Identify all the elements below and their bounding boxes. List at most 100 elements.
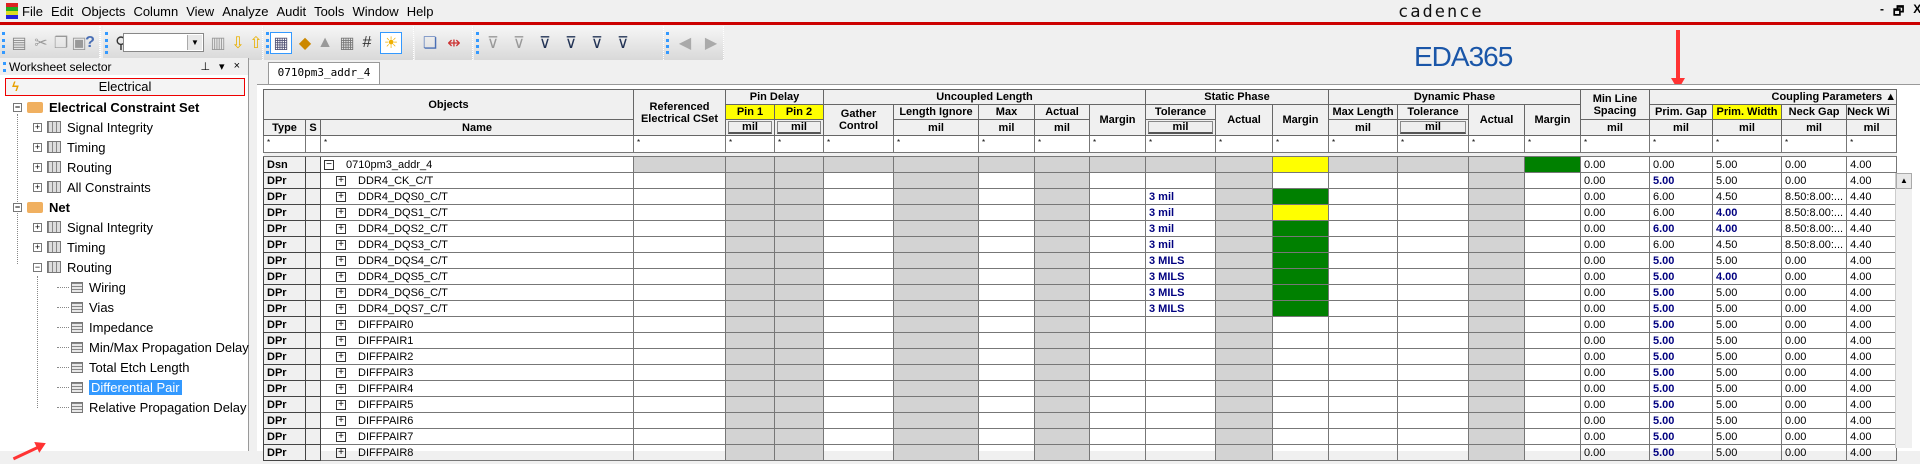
static-tolerance-cell[interactable]: 3 MILS <box>1145 268 1216 285</box>
name-cell[interactable]: + DIFFPAIR8 <box>320 444 634 461</box>
dynamic-margin-cell[interactable] <box>1524 172 1581 189</box>
header-coupling-parameters[interactable]: Coupling Parameters ▲ <box>1648 89 1898 105</box>
prim-gap-cell[interactable]: 0.00 <box>1649 156 1713 173</box>
min-line-spacing-cell[interactable]: 0.00 <box>1580 300 1650 317</box>
header-type[interactable]: Type <box>263 119 306 136</box>
max-cell[interactable] <box>978 332 1035 349</box>
prim-gap-cell[interactable]: 6.00 <box>1649 188 1713 205</box>
max-length-cell[interactable] <box>1328 268 1398 285</box>
min-line-spacing-cell[interactable]: 0.00 <box>1580 268 1650 285</box>
unit-button-dynamic-tolerance[interactable]: mil <box>1397 119 1469 136</box>
neck-width-cell[interactable]: 4.40 <box>1846 204 1898 221</box>
prim-width-cell[interactable]: 5.00 <box>1712 172 1782 189</box>
neck-width-cell[interactable]: 4.00 <box>1846 348 1898 365</box>
menu-tools[interactable]: Tools <box>314 4 344 19</box>
min-line-spacing-cell[interactable]: 0.00 <box>1580 444 1650 461</box>
dynamic-actual-cell[interactable] <box>1468 428 1525 445</box>
dynamic-margin-cell[interactable] <box>1524 332 1581 349</box>
length-ignore-cell[interactable] <box>893 396 979 413</box>
gather-cell[interactable] <box>823 364 894 381</box>
neck-gap-cell[interactable]: 0.00 <box>1780 364 1848 381</box>
tree-item[interactable]: + Signal Integrity <box>33 218 153 236</box>
neck-width-cell[interactable]: 4.40 <box>1846 188 1898 205</box>
gather-cell[interactable] <box>823 156 894 173</box>
actual-cell[interactable] <box>1034 204 1090 221</box>
cut-icon[interactable]: ✂ <box>30 32 52 54</box>
prim-gap-cell[interactable]: 6.00 <box>1649 236 1713 253</box>
gather-cell[interactable] <box>823 268 894 285</box>
pin2-cell[interactable] <box>774 220 824 237</box>
static-tolerance-cell[interactable] <box>1145 172 1216 189</box>
neck-gap-cell[interactable]: 0.00 <box>1780 444 1848 461</box>
cset-icon[interactable]: ◆ <box>294 32 316 54</box>
max-length-cell[interactable] <box>1328 332 1398 349</box>
header-neck-width[interactable]: Neck Wi <box>1846 104 1898 120</box>
pin2-cell[interactable] <box>774 188 824 205</box>
prim-width-cell[interactable]: 5.00 <box>1712 396 1782 413</box>
dynamic-margin-cell[interactable] <box>1524 268 1581 285</box>
tab-worksheet[interactable]: 0710pm3_addr_4 <box>268 62 380 84</box>
max-cell[interactable] <box>978 396 1035 413</box>
name-cell[interactable]: + DIFFPAIR2 <box>320 348 634 365</box>
expand-icon[interactable]: + <box>33 122 42 132</box>
ref-cset-cell[interactable] <box>633 396 726 413</box>
static-actual-cell[interactable] <box>1215 412 1273 429</box>
max-cell[interactable] <box>978 204 1035 221</box>
select-cell[interactable] <box>305 188 321 205</box>
report-icon[interactable]: ❏ <box>419 32 441 54</box>
neck-width-cell[interactable]: 4.00 <box>1846 156 1898 173</box>
filter-cell[interactable]: * <box>320 135 634 153</box>
select-cell[interactable] <box>305 252 321 269</box>
actual-cell[interactable] <box>1034 156 1090 173</box>
static-margin-cell[interactable] <box>1272 220 1329 237</box>
header-margin[interactable]: Margin <box>1089 104 1146 136</box>
ref-cset-cell[interactable] <box>633 412 726 429</box>
header-ref-cset[interactable]: Referenced Electrical CSet <box>633 89 726 136</box>
margin-cell[interactable] <box>1089 300 1146 317</box>
filter-cell[interactable]: * <box>978 135 1035 153</box>
dynamic-margin-cell[interactable] <box>1524 284 1581 301</box>
static-margin-cell[interactable] <box>1272 284 1329 301</box>
dynamic-tolerance-cell[interactable] <box>1397 444 1469 461</box>
static-tolerance-cell[interactable]: 3 mil <box>1145 236 1216 253</box>
max-length-cell[interactable] <box>1328 220 1398 237</box>
min-line-spacing-cell[interactable]: 0.00 <box>1580 284 1650 301</box>
max-cell[interactable] <box>978 252 1035 269</box>
ref-cset-cell[interactable] <box>633 204 726 221</box>
name-cell[interactable]: + DDR4_DQS7_C/T <box>320 300 634 317</box>
length-ignore-cell[interactable] <box>893 172 979 189</box>
actual-cell[interactable] <box>1034 236 1090 253</box>
name-cell[interactable]: + DIFFPAIR0 <box>320 316 634 333</box>
margin-cell[interactable] <box>1089 364 1146 381</box>
tree-item[interactable]: Wiring <box>57 278 126 296</box>
pin2-cell[interactable] <box>774 380 824 397</box>
select-cell[interactable] <box>305 412 321 429</box>
static-actual-cell[interactable] <box>1215 156 1273 173</box>
max-cell[interactable] <box>978 316 1035 333</box>
select-cell[interactable] <box>305 444 321 461</box>
header-prim-width[interactable]: Prim. Width <box>1712 104 1782 120</box>
neck-width-cell[interactable]: 4.00 <box>1846 428 1898 445</box>
static-actual-cell[interactable] <box>1215 348 1273 365</box>
max-cell[interactable] <box>978 236 1035 253</box>
pin1-cell[interactable] <box>725 316 775 333</box>
pin2-cell[interactable] <box>774 428 824 445</box>
actual-cell[interactable] <box>1034 268 1090 285</box>
filter-cell[interactable]: * <box>1145 135 1216 153</box>
collapse-icon[interactable]: − <box>13 202 22 212</box>
header-max-length[interactable]: Max Length <box>1328 104 1398 120</box>
static-actual-cell[interactable] <box>1215 236 1273 253</box>
actual-cell[interactable] <box>1034 332 1090 349</box>
pin1-cell[interactable] <box>725 252 775 269</box>
dynamic-margin-cell[interactable] <box>1524 380 1581 397</box>
prim-width-cell[interactable]: 5.00 <box>1712 428 1782 445</box>
dynamic-tolerance-cell[interactable] <box>1397 348 1469 365</box>
ref-cset-cell[interactable] <box>633 252 726 269</box>
length-ignore-cell[interactable] <box>893 428 979 445</box>
prim-gap-cell[interactable]: 5.00 <box>1649 300 1713 317</box>
margin-cell[interactable] <box>1089 156 1146 173</box>
select-cell[interactable] <box>305 284 321 301</box>
header-s[interactable]: S <box>305 119 321 136</box>
close-button[interactable]: X <box>1913 2 1920 23</box>
static-tolerance-cell[interactable] <box>1145 364 1216 381</box>
